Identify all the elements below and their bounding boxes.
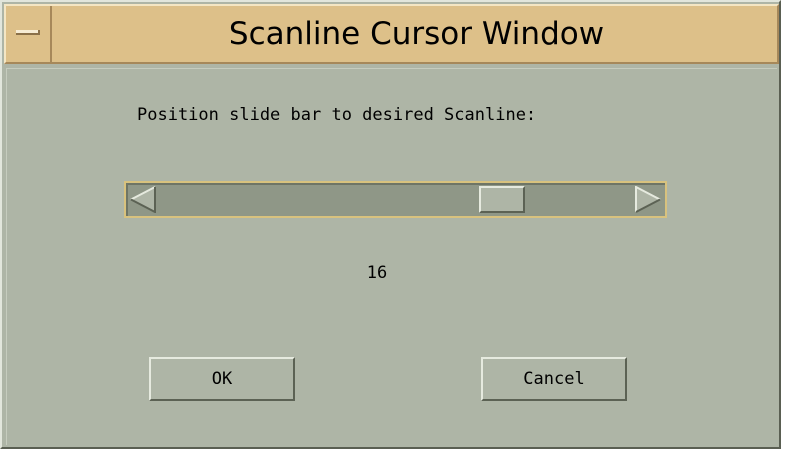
right-arrow-icon[interactable] bbox=[633, 186, 663, 213]
cancel-button[interactable]: Cancel bbox=[481, 357, 627, 401]
dialog-body: Position slide bar to desired Scanline: … bbox=[6, 68, 777, 445]
window-title: Scanline Cursor Window bbox=[228, 16, 605, 52]
left-arrow-icon[interactable] bbox=[128, 186, 158, 213]
window-menu-icon bbox=[16, 30, 40, 35]
scanline-value: 16 bbox=[366, 263, 388, 283]
window-menu-button[interactable] bbox=[6, 6, 52, 62]
title-bar[interactable]: Scanline Cursor Window bbox=[4, 4, 779, 64]
scanline-cursor-window: Scanline Cursor Window Position slide ba… bbox=[0, 0, 781, 449]
scanline-prompt: Position slide bar to desired Scanline: bbox=[137, 105, 537, 125]
scanline-slider[interactable] bbox=[124, 181, 667, 218]
slider-thumb[interactable] bbox=[479, 186, 525, 213]
ok-button[interactable]: OK bbox=[149, 357, 295, 401]
